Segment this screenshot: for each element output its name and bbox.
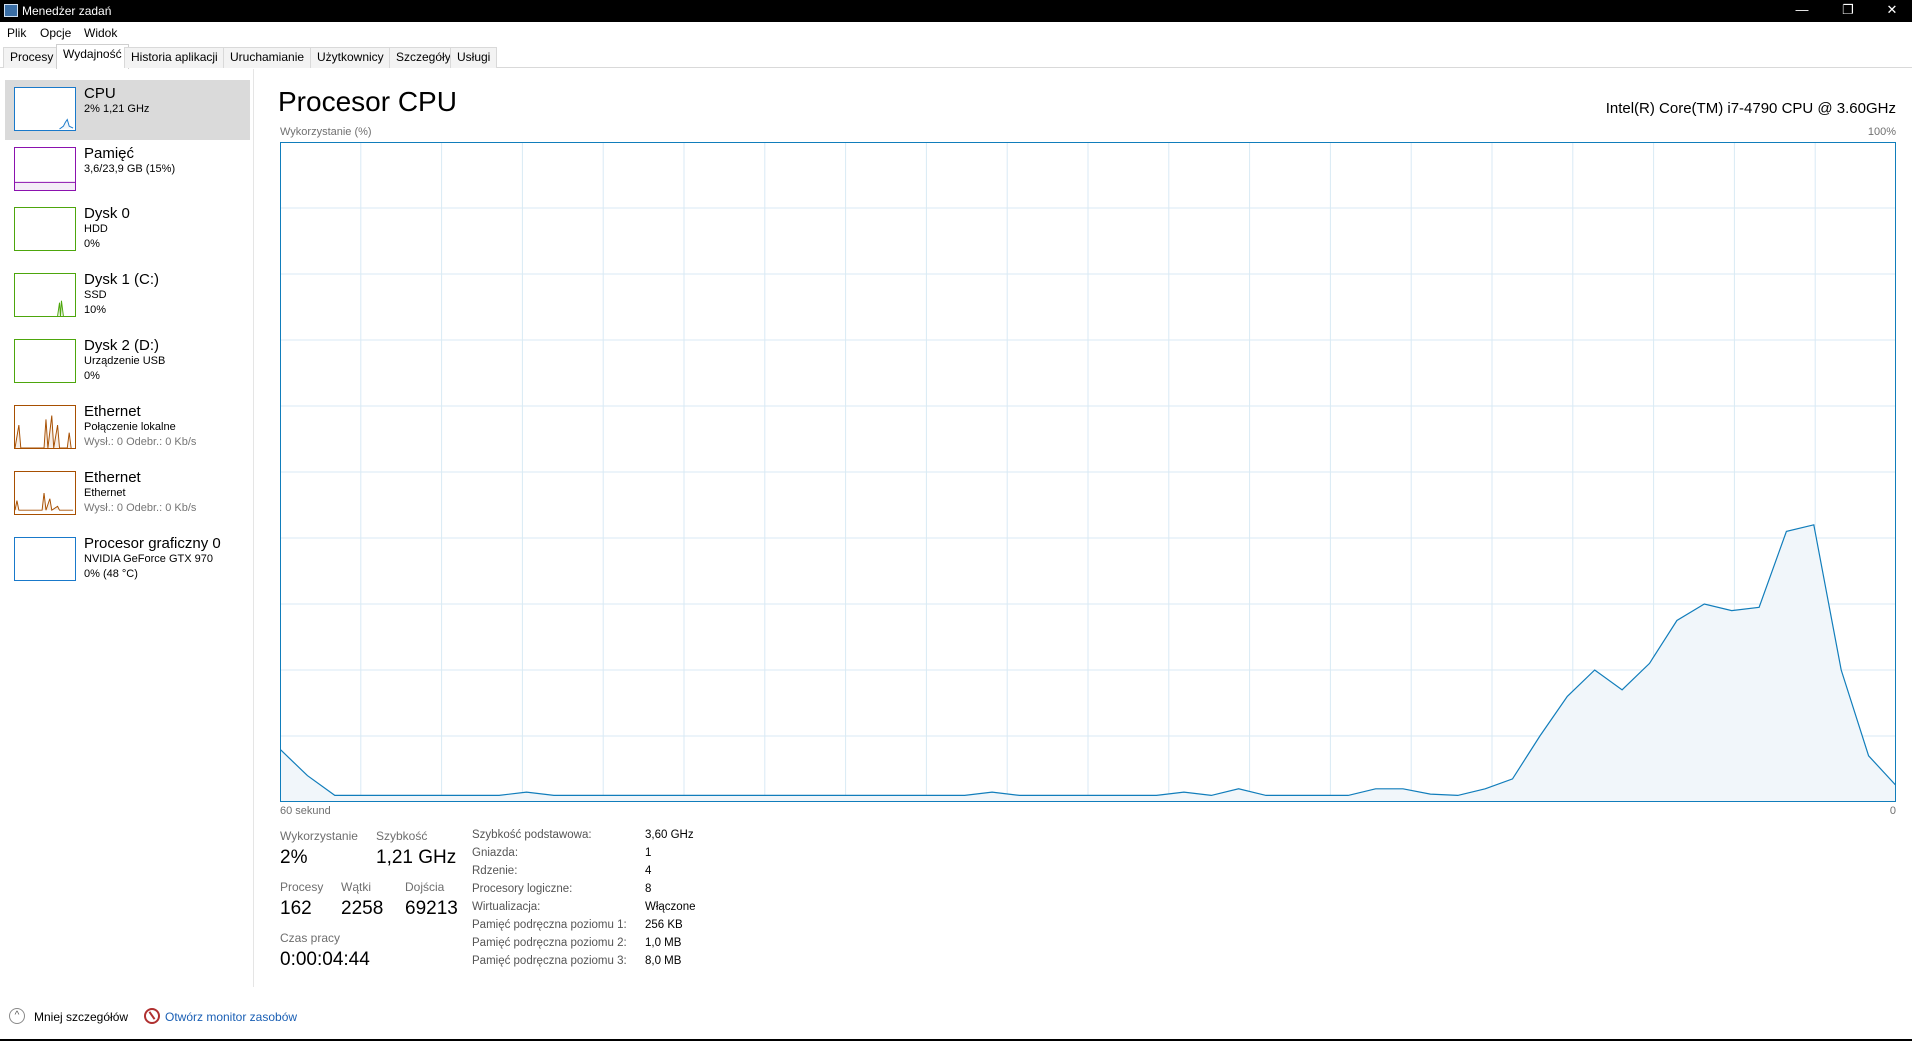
sidebar-item-ethernet-local[interactable]: Ethernet Połączenie lokalne Wysł.: 0 Ode… xyxy=(5,398,250,458)
y-axis-label: Wykorzystanie (%) xyxy=(280,126,372,138)
processes-value: 162 xyxy=(280,898,312,919)
sidebar-item-label: Ethernet xyxy=(84,403,141,420)
sidebar-item-value: 0% xyxy=(84,370,100,382)
sidebar-item-disk-2[interactable]: Dysk 2 (D:) Urządzenie USB 0% xyxy=(5,332,250,392)
restore-button[interactable]: ❐ xyxy=(1826,0,1870,22)
disk-0-thumbnail-graph xyxy=(14,207,76,251)
cpu-model-name: Intel(R) Core(TM) i7-4790 CPU @ 3.60GHz xyxy=(1605,100,1896,117)
sidebar-item-label: CPU xyxy=(84,85,116,102)
menu-view[interactable]: Widok xyxy=(84,26,117,40)
sidebar-item-value: 10% xyxy=(84,304,107,316)
sidebar-item-type: Ethernet xyxy=(84,487,126,499)
tab-bar: Procesy Wydajność Historia aplikacji Uru… xyxy=(0,44,1912,69)
speed-value: 1,21 GHz xyxy=(376,847,457,868)
sidebar-item-type: HDD xyxy=(84,223,108,235)
sidebar-item-value: 2% 1,21 GHz xyxy=(84,103,150,115)
disk-1-thumbnail-graph xyxy=(14,273,76,317)
disk-2-thumbnail-graph xyxy=(14,339,76,383)
menu-bar: Plik Opcje Widok xyxy=(0,22,1912,44)
usage-label: Wykorzystanie xyxy=(280,829,358,843)
base-speed-value: 3,60 GHz xyxy=(645,829,694,841)
l2-cache-value: 1,0 MB xyxy=(645,937,682,949)
sidebar-item-label: Procesor graficzny 0 xyxy=(84,535,221,552)
tab-users[interactable]: Użytkownicy xyxy=(310,47,391,68)
sidebar-item-value: Wysł.: 0 Odebr.: 0 Kb/s xyxy=(84,436,197,448)
ethernet-thumbnail-graph xyxy=(14,405,76,449)
minimize-button[interactable]: — xyxy=(1780,0,1824,22)
open-resource-monitor-link[interactable]: Otwórz monitor zasobów xyxy=(165,1010,297,1024)
sidebar-item-disk-0[interactable]: Dysk 0 HDD 0% xyxy=(5,200,250,260)
sidebar-item-type: Urządzenie USB xyxy=(84,355,166,367)
sidebar-item-label: Dysk 2 (D:) xyxy=(84,337,159,354)
menu-options[interactable]: Opcje xyxy=(40,26,71,40)
logical-processors-key: Procesory logiczne: xyxy=(472,883,573,895)
virtualization-value: Włączone xyxy=(645,901,696,913)
tab-startup[interactable]: Uruchamianie xyxy=(223,47,312,68)
handles-value: 69213 xyxy=(405,898,458,919)
l1-cache-value: 256 KB xyxy=(645,919,683,931)
close-button[interactable]: ✕ xyxy=(1870,0,1912,22)
usage-value: 2% xyxy=(280,847,308,868)
tab-performance[interactable]: Wydajność xyxy=(56,44,129,69)
sidebar-item-value: 0% xyxy=(84,238,100,250)
sidebar-item-type: NVIDIA GeForce GTX 970 xyxy=(84,553,213,565)
task-manager-icon xyxy=(4,4,18,17)
x-axis-label: 60 sekund xyxy=(280,805,331,817)
processes-label: Procesy xyxy=(280,880,324,894)
resource-sidebar: CPU 2% 1,21 GHz Pamięć 3,6/23,9 GB (15%)… xyxy=(0,69,254,987)
sidebar-item-label: Dysk 0 xyxy=(84,205,130,222)
uptime-value: 0:00:04:44 xyxy=(280,949,370,970)
x-axis-min-label: 0 xyxy=(1889,805,1896,817)
sidebar-item-gpu-0[interactable]: Procesor graficzny 0 NVIDIA GeForce GTX … xyxy=(5,530,250,590)
resource-monitor-icon[interactable] xyxy=(144,1008,160,1024)
uptime-label: Czas pracy xyxy=(280,931,341,945)
memory-thumbnail-graph xyxy=(14,147,76,191)
fewer-details-link[interactable]: Mniej szczegółów xyxy=(34,1010,128,1024)
sidebar-item-value: Wysł.: 0 Odebr.: 0 Kb/s xyxy=(84,502,197,514)
sockets-key: Gniazda: xyxy=(472,847,519,859)
footer-bar: ^ Mniej szczegółów Otwórz monitor zasobó… xyxy=(0,1005,1912,1031)
sidebar-item-disk-1[interactable]: Dysk 1 (C:) SSD 10% xyxy=(5,266,250,326)
sidebar-item-cpu[interactable]: CPU 2% 1,21 GHz xyxy=(5,80,250,140)
cpu-usage-chart xyxy=(280,142,1896,802)
sidebar-item-label: Ethernet xyxy=(84,469,141,486)
sidebar-item-label: Pamięć xyxy=(84,145,135,162)
sidebar-item-type: Połączenie lokalne xyxy=(84,421,176,433)
sockets-value: 1 xyxy=(645,847,652,859)
handles-label: Dojścia xyxy=(405,880,445,894)
l3-cache-value: 8,0 MB xyxy=(645,955,682,967)
l1-cache-key: Pamięć podręczna poziomu 1: xyxy=(472,919,627,931)
threads-value: 2258 xyxy=(341,898,384,919)
l2-cache-key: Pamięć podręczna poziomu 2: xyxy=(472,937,627,949)
virtualization-key: Wirtualizacja: xyxy=(472,901,541,913)
tab-app-history[interactable]: Historia aplikacji xyxy=(124,47,225,68)
title-bar: Menedżer zadań — ❐ ✕ xyxy=(0,0,1912,22)
threads-label: Wątki xyxy=(341,880,371,894)
tab-services[interactable]: Usługi xyxy=(450,47,498,68)
cpu-thumbnail-graph xyxy=(14,87,76,131)
tab-processes[interactable]: Procesy xyxy=(3,47,61,68)
sidebar-item-type: SSD xyxy=(84,289,107,301)
sidebar-item-value: 0% (48 °C) xyxy=(84,568,138,580)
l3-cache-key: Pamięć podręczna poziomu 3: xyxy=(472,955,627,967)
gpu-thumbnail-graph xyxy=(14,537,76,581)
sidebar-item-memory[interactable]: Pamięć 3,6/23,9 GB (15%) xyxy=(5,140,250,200)
cores-value: 4 xyxy=(645,865,652,877)
ethernet-thumbnail-graph xyxy=(14,471,76,515)
speed-label: Szybkość xyxy=(376,829,428,843)
chevron-up-icon[interactable]: ^ xyxy=(9,1008,25,1024)
menu-file[interactable]: Plik xyxy=(7,26,26,40)
base-speed-key: Szybkość podstawowa: xyxy=(472,829,592,841)
logical-processors-value: 8 xyxy=(645,883,652,895)
sidebar-item-ethernet[interactable]: Ethernet Ethernet Wysł.: 0 Odebr.: 0 Kb/… xyxy=(5,464,250,524)
sidebar-item-value: 3,6/23,9 GB (15%) xyxy=(84,163,176,175)
window-title: Menedżer zadań xyxy=(22,4,112,18)
sidebar-item-label: Dysk 1 (C:) xyxy=(84,271,159,288)
page-title: Procesor CPU xyxy=(278,86,457,117)
cores-key: Rdzenie: xyxy=(472,865,518,877)
tab-details[interactable]: Szczegóły xyxy=(389,47,458,68)
y-axis-max-label: 100% xyxy=(1867,126,1896,138)
